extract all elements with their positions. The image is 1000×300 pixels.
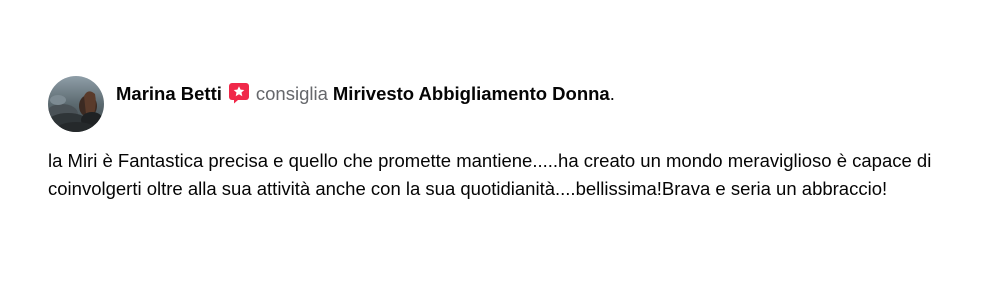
post-header-line: Marina Betti consiglia Mirivesto Abbigli…: [116, 81, 615, 107]
post-text: la Miri è Fantastica precisa e quello ch…: [48, 150, 932, 199]
header-period: .: [609, 83, 615, 104]
avatar[interactable]: [48, 76, 104, 132]
page-name-link[interactable]: Mirivesto Abbigliamento Donna: [333, 81, 610, 107]
author-name[interactable]: Marina Betti: [116, 81, 222, 107]
recommends-verb: consiglia: [255, 83, 328, 104]
recommend-star-icon: [228, 82, 250, 104]
recommendation-post: Marina Betti consiglia Mirivesto Abbigli…: [0, 0, 1000, 300]
post-header: Marina Betti consiglia Mirivesto Abbigli…: [48, 76, 615, 134]
